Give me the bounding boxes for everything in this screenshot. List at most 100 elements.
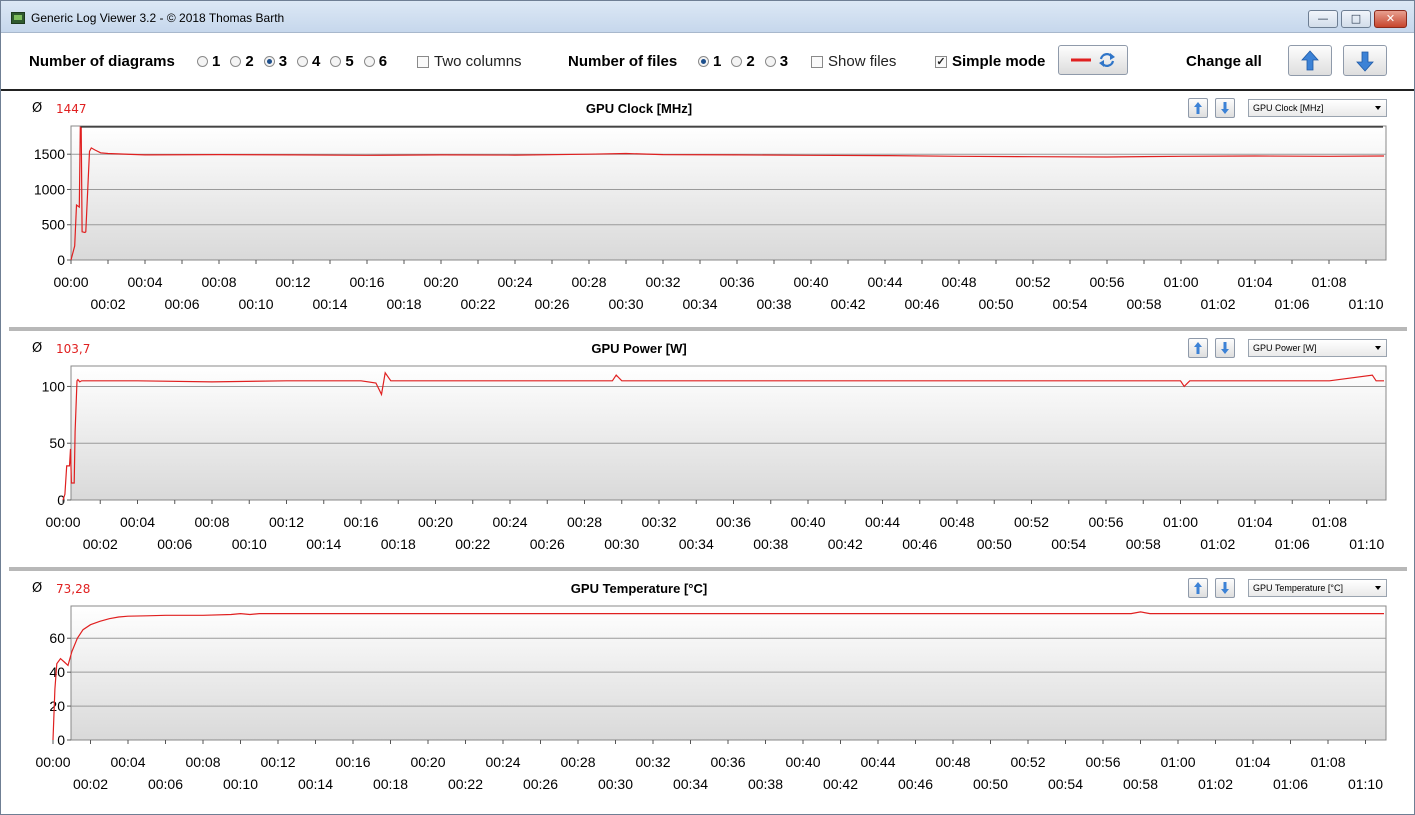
x-tick-label: 00:54: [1048, 776, 1083, 792]
x-tick-label: 00:18: [386, 296, 421, 312]
chart-svg: 05001000150000:0000:0200:0400:0600:0800:…: [34, 125, 1387, 312]
radio-label: 1: [212, 53, 221, 70]
x-tick-label: 00:58: [1126, 536, 1161, 552]
refresh-icon: [1099, 53, 1115, 67]
radio-label: 3: [278, 53, 288, 70]
x-tick-label: 00:28: [560, 754, 595, 770]
x-tick-label: 00:48: [939, 514, 974, 530]
x-tick-label: 00:48: [935, 754, 970, 770]
radio-dot[interactable]: [764, 56, 776, 67]
move-down-all-button[interactable]: [1343, 45, 1387, 76]
x-tick-label: 00:06: [157, 536, 192, 552]
radio-dot[interactable]: [230, 56, 242, 67]
y-tick-label: 100: [42, 378, 66, 394]
two-columns-label: Two columns: [434, 53, 522, 70]
radio-label: 4: [312, 53, 321, 70]
y-tick-label: 20: [49, 698, 65, 714]
x-tick-label: 00:40: [793, 274, 828, 290]
x-tick-label: 00:08: [194, 514, 229, 530]
y-tick-label: 60: [49, 630, 65, 646]
x-tick-label: 00:12: [275, 274, 310, 290]
x-tick-label: 00:46: [904, 296, 939, 312]
diagrams-radio-1[interactable]: 1: [197, 53, 220, 70]
x-tick-label: 00:32: [635, 754, 670, 770]
app-window: Generic Log Viewer 3.2 - © 2018 Thomas B…: [0, 0, 1415, 815]
y-tick-label: 0: [57, 252, 65, 268]
radio-label: 2: [746, 53, 755, 70]
x-tick-label: 00:20: [418, 514, 453, 530]
x-tick-label: 01:02: [1200, 296, 1235, 312]
x-tick-label: 01:10: [1348, 296, 1383, 312]
x-tick-label: 00:42: [830, 296, 865, 312]
line-color-refresh-button[interactable]: [1058, 45, 1128, 75]
x-tick-label: 00:14: [312, 296, 347, 312]
x-tick-label: 01:08: [1312, 514, 1347, 530]
checkbox-box[interactable]: ✓: [935, 55, 947, 68]
files-radio-1[interactable]: 1: [698, 53, 721, 70]
simple-mode-checkbox[interactable]: ✓ Simple mode: [935, 53, 1045, 70]
x-tick-label: 00:14: [306, 536, 341, 552]
radio-label: 2: [245, 53, 254, 70]
plot-area: [70, 605, 1387, 741]
simple-mode-label: Simple mode: [952, 53, 1046, 70]
x-tick-label: 01:00: [1160, 754, 1195, 770]
diagrams-radio-5[interactable]: 5: [330, 53, 354, 70]
radio-dot[interactable]: [330, 56, 342, 67]
x-tick-label: 00:04: [127, 274, 162, 290]
radio-dot[interactable]: [297, 56, 309, 67]
diagram-separator[interactable]: [9, 327, 1407, 331]
radio-dot[interactable]: [263, 56, 275, 67]
close-button[interactable]: ✕: [1374, 10, 1407, 28]
x-tick-label: 01:06: [1275, 536, 1310, 552]
arrow-up-icon: [1301, 50, 1319, 71]
y-tick-label: 1500: [34, 146, 65, 162]
radio-dot[interactable]: [731, 56, 743, 67]
diagram-panel: Ø 73,28 GPU Temperature [°C] GPU Tempera…: [9, 573, 1407, 805]
x-tick-label: 00:56: [1085, 754, 1120, 770]
x-tick-label: 00:24: [492, 514, 527, 530]
x-tick-label: 01:02: [1200, 536, 1235, 552]
checkbox-box[interactable]: [811, 55, 823, 68]
x-tick-label: 00:14: [298, 776, 333, 792]
x-tick-label: 00:54: [1052, 296, 1087, 312]
diagram-panel: Ø 1447 GPU Clock [MHz] GPU Clock [MHz] 0…: [9, 93, 1407, 325]
title-bar[interactable]: Generic Log Viewer 3.2 - © 2018 Thomas B…: [1, 1, 1414, 33]
x-tick-label: 01:10: [1349, 536, 1384, 552]
x-tick-label: 00:30: [598, 776, 633, 792]
x-tick-label: 00:44: [865, 514, 900, 530]
checkbox-box[interactable]: [417, 55, 429, 68]
x-tick-label: 01:02: [1198, 776, 1233, 792]
x-tick-label: 00:24: [497, 274, 532, 290]
radio-dot[interactable]: [363, 56, 375, 67]
plot-area: [70, 125, 1387, 261]
x-tick-label: 00:26: [530, 536, 565, 552]
two-columns-checkbox[interactable]: Two columns: [417, 53, 522, 70]
files-radio-2[interactable]: 2: [731, 53, 755, 70]
x-tick-label: 00:48: [941, 274, 976, 290]
diagram-separator[interactable]: [9, 567, 1407, 571]
x-tick-label: 00:16: [335, 754, 370, 770]
x-tick-label: 00:58: [1126, 296, 1161, 312]
radio-dot[interactable]: [197, 56, 208, 67]
diagrams-radio-4[interactable]: 4: [297, 53, 320, 70]
x-tick-label: 00:20: [410, 754, 445, 770]
diagrams-radio-2[interactable]: 2: [230, 53, 254, 70]
maximize-button[interactable]: □: [1341, 10, 1371, 28]
show-files-checkbox[interactable]: Show files: [811, 53, 896, 70]
x-tick-label: 01:00: [1163, 274, 1198, 290]
y-tick-label: 0: [57, 732, 65, 748]
radio-label: 3: [779, 53, 789, 70]
show-files-label: Show files: [828, 53, 897, 70]
diagrams-radio-6[interactable]: 6: [363, 53, 387, 70]
app-icon: [11, 12, 25, 24]
move-up-all-button[interactable]: [1288, 45, 1332, 76]
minimize-button[interactable]: —: [1308, 10, 1338, 28]
x-tick-label: 00:22: [455, 536, 490, 552]
x-tick-label: 00:12: [260, 754, 295, 770]
x-tick-label: 00:56: [1088, 514, 1123, 530]
diagrams-radio-3[interactable]: 3: [263, 53, 288, 70]
x-tick-label: 01:04: [1235, 754, 1270, 770]
files-radio-3[interactable]: 3: [764, 53, 789, 70]
radio-dot[interactable]: [698, 56, 709, 67]
x-tick-label: 00:34: [679, 536, 714, 552]
